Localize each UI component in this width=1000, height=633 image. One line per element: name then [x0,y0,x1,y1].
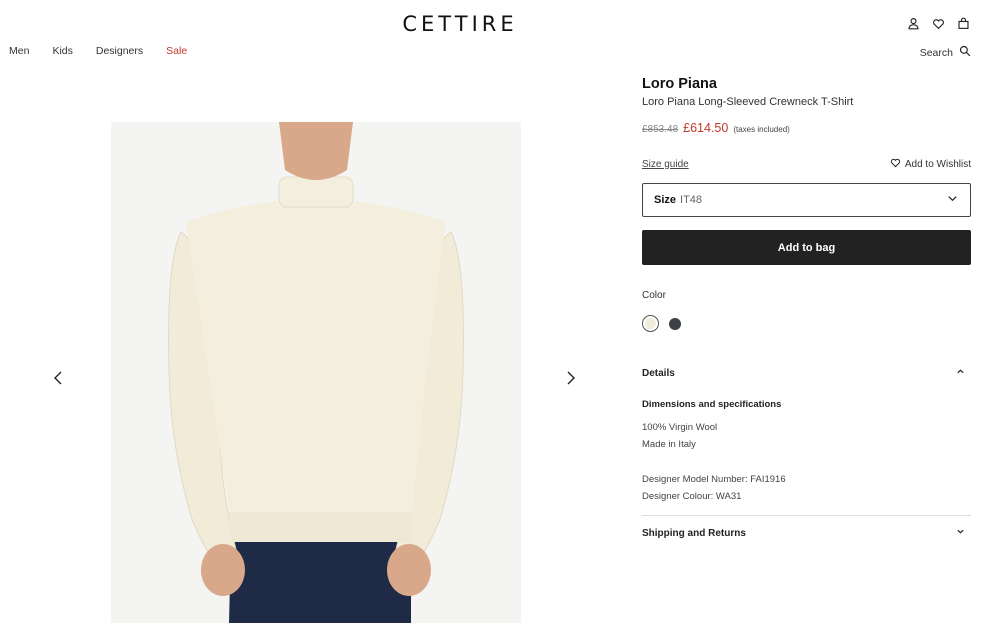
site-logo[interactable]: CETTIRE [0,12,920,36]
spec-origin: Made in Italy [642,439,696,450]
size-row: Size guide Add to Wishlist [642,157,971,171]
chevron-left-icon[interactable] [52,370,66,386]
nav-item-designers[interactable]: Designers [96,45,143,57]
search-icon [959,45,971,60]
dimensions-heading: Dimensions and specifications [642,399,782,410]
chevron-up-icon [956,367,965,379]
size-select-label: Size [654,194,677,206]
shipping-title: Shipping and Returns [642,527,746,539]
add-to-wishlist-button[interactable]: Add to Wishlist [890,157,971,171]
size-select[interactable]: Size IT48 [642,183,971,217]
sale-price: £614.50 [683,121,729,135]
bag-icon[interactable] [957,17,970,30]
add-to-bag-button[interactable]: Add to bag [642,230,971,265]
spec-material: 100% Virgin Wool [642,422,718,433]
wishlist-label: Add to Wishlist [904,158,971,170]
shipping-toggle[interactable]: Shipping and Returns [642,527,971,539]
size-guide-link[interactable]: Size guide [642,159,689,170]
chevron-down-icon [956,527,965,539]
product-image [111,122,521,623]
details-title: Details [642,367,675,379]
spec-colour: Designer Colour: WA31 [642,491,742,502]
nav-item-sale[interactable]: Sale [166,45,187,57]
spec-model-number: Designer Model Number: FAI1916 [642,474,786,485]
color-swatches [642,315,971,332]
chevron-down-icon [947,193,958,207]
tax-note: (taxes included) [733,125,790,134]
product-name: Loro Piana Long-Sleeved Crewneck T-Shirt [642,96,854,108]
product-panel: Loro Piana Loro Piana Long-Sleeved Crewn… [642,76,971,539]
swatch-dark-grey[interactable] [669,317,681,330]
divider [642,515,971,516]
account-icon[interactable] [907,17,920,30]
swatch-cream[interactable] [642,315,659,332]
search-label: Search [919,46,953,59]
search-button[interactable]: Search [920,45,971,60]
nav-item-men[interactable]: Men [9,45,29,57]
header-icons [907,17,970,30]
chevron-right-icon[interactable] [563,370,577,386]
size-select-value: IT48 [680,194,703,206]
price-row: £853.48 £614.50 (taxes included) [642,121,971,135]
nav-item-kids[interactable]: Kids [52,45,72,57]
heart-icon[interactable] [932,17,945,30]
heart-icon [890,157,901,171]
main-nav: Men Kids Designers Sale [9,45,210,57]
details-toggle[interactable]: Details [642,367,971,379]
product-brand[interactable]: Loro Piana [642,76,971,92]
original-price: £853.48 [642,124,679,135]
color-label: Color [642,290,666,301]
